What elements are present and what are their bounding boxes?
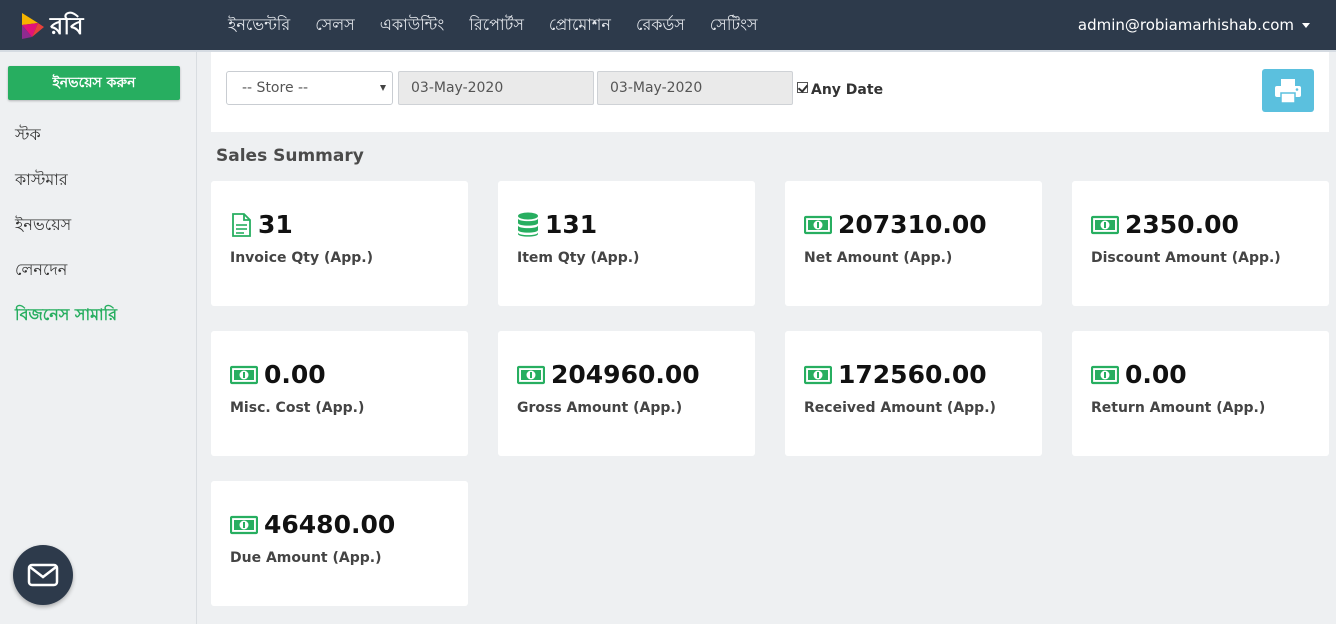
envelope-icon	[27, 563, 59, 587]
money-icon	[230, 515, 258, 535]
any-date-toggle[interactable]: Any Date	[797, 81, 884, 98]
card-value: 207310.00	[838, 210, 987, 239]
filter-panel: -- Store -- 03-May-2020 03-May-2020 Any …	[211, 52, 1329, 132]
caret-down-icon	[1302, 22, 1310, 28]
money-icon	[1091, 365, 1119, 385]
any-date-checkbox[interactable]	[797, 81, 808, 93]
store-select[interactable]: -- Store --	[226, 71, 393, 105]
card-value: 204960.00	[551, 360, 700, 389]
summary-card-item-qty: 131 Item Qty (App.)	[498, 181, 755, 306]
card-value: 172560.00	[838, 360, 987, 389]
store-select-value: -- Store --	[242, 80, 309, 96]
sidebar-item-business-summary[interactable]: বিজনেস সামারি	[15, 302, 117, 329]
money-icon	[804, 215, 832, 235]
print-button[interactable]	[1262, 69, 1314, 112]
summary-card-gross-amount: 204960.00 Gross Amount (App.)	[498, 331, 755, 456]
nav-item-accounting[interactable]: একাউন্টিং	[380, 12, 445, 39]
sidebar-item-invoice[interactable]: ইনভয়েস	[15, 212, 71, 239]
document-icon	[230, 213, 252, 237]
main-menu: ইনভেন্টরি সেলস একাউন্টিং রিপোর্টস প্রোমো…	[228, 0, 783, 50]
summary-card-received-amount: 172560.00 Received Amount (App.)	[785, 331, 1042, 456]
card-value: 131	[545, 210, 598, 239]
card-value: 0.00	[1125, 360, 1187, 389]
card-value: 31	[258, 210, 293, 239]
sidebar-item-transactions[interactable]: লেনদেন	[15, 257, 67, 284]
section-title: Sales Summary	[216, 146, 364, 166]
date-from-input[interactable]: 03-May-2020	[398, 71, 594, 105]
brand-name: রবি	[50, 12, 84, 40]
card-label: Discount Amount (App.)	[1091, 250, 1281, 266]
card-label: Received Amount (App.)	[804, 400, 996, 416]
user-email: admin@robiamarhishab.com	[1077, 16, 1294, 34]
card-label: Invoice Qty (App.)	[230, 250, 373, 266]
card-value: 0.00	[264, 360, 326, 389]
card-label: Return Amount (App.)	[1091, 400, 1266, 416]
card-label: Item Qty (App.)	[517, 250, 640, 266]
card-label: Net Amount (App.)	[804, 250, 953, 266]
money-icon	[804, 365, 832, 385]
nav-item-reports[interactable]: রিপোর্টস	[469, 12, 524, 39]
user-menu-dropdown[interactable]: admin@robiamarhishab.com	[1078, 0, 1310, 50]
summary-card-invoice-qty: 31 Invoice Qty (App.)	[211, 181, 468, 306]
card-label: Misc. Cost (App.)	[230, 400, 365, 416]
select-arrow-icon	[380, 85, 386, 91]
card-value: 46480.00	[264, 510, 396, 539]
summary-card-return-amount: 0.00 Return Amount (App.)	[1072, 331, 1329, 456]
nav-item-settings[interactable]: সেটিংস	[710, 12, 758, 39]
date-to-input[interactable]: 03-May-2020	[597, 71, 793, 105]
sidebar-item-stock[interactable]: স্টক	[15, 122, 41, 149]
sidebar-item-customer[interactable]: কাস্টমার	[15, 167, 68, 194]
brand-logo[interactable]: রবি	[20, 9, 83, 43]
nav-item-inventory[interactable]: ইনভেন্টরি	[228, 12, 290, 39]
create-invoice-button[interactable]: ইনভয়েস করুন	[8, 66, 180, 100]
printer-icon	[1275, 78, 1301, 104]
summary-card-net-amount: 207310.00 Net Amount (App.)	[785, 181, 1042, 306]
summary-card-discount-amount: 2350.00 Discount Amount (App.)	[1072, 181, 1329, 306]
robi-logo-icon	[22, 13, 44, 39]
nav-item-promotion[interactable]: প্রোমোশন	[549, 12, 611, 39]
any-date-label: Any Date	[811, 82, 884, 98]
nav-item-records[interactable]: রেকর্ডস	[636, 12, 685, 39]
top-navbar: রবি ইনভেন্টরি সেলস একাউন্টিং রিপোর্টস প্…	[0, 0, 1336, 50]
summary-card-due-amount: 46480.00 Due Amount (App.)	[211, 481, 468, 606]
card-value: 2350.00	[1125, 210, 1239, 239]
mail-button[interactable]	[13, 545, 73, 605]
money-icon	[517, 365, 545, 385]
money-icon	[230, 365, 258, 385]
card-label: Due Amount (App.)	[230, 550, 382, 566]
card-label: Gross Amount (App.)	[517, 400, 683, 416]
summary-card-misc-cost: 0.00 Misc. Cost (App.)	[211, 331, 468, 456]
nav-item-sales[interactable]: সেলস	[315, 12, 355, 39]
sidebar: ইনভয়েস করুন স্টক কাস্টমার ইনভয়েস লেনদে…	[0, 52, 197, 624]
database-icon	[517, 212, 539, 238]
money-icon	[1091, 215, 1119, 235]
